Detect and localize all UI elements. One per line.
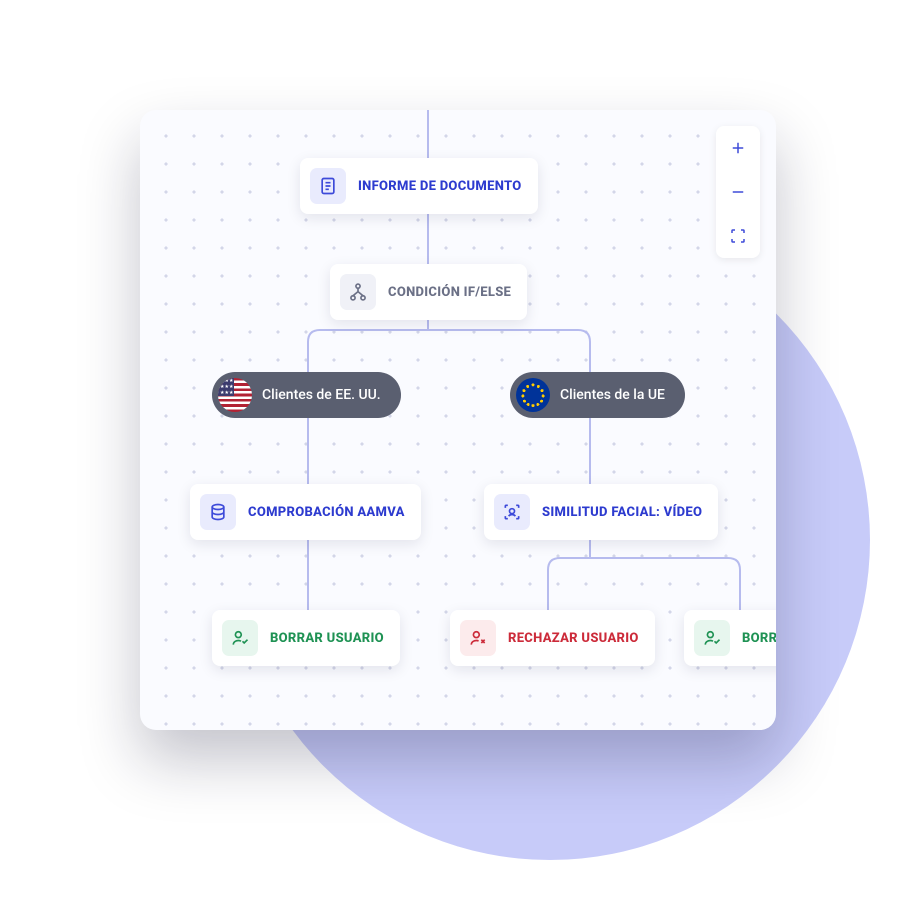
pill-label: Clientes de EE. UU. <box>262 387 381 403</box>
node-label: RECHAZAR USUARIO <box>508 631 639 646</box>
user-check-icon <box>222 620 258 656</box>
node-label: CONDICIÓN IF/ELSE <box>388 285 511 300</box>
node-label: BORRAR USUARIO <box>270 631 384 646</box>
branch-icon <box>340 274 376 310</box>
zoom-in-button[interactable] <box>716 126 760 170</box>
node-reject-user[interactable]: RECHAZAR USUARIO <box>450 610 655 666</box>
workflow-canvas[interactable]: INFORME DE DOCUMENTO CONDICIÓN IF/ELSE C… <box>140 110 776 730</box>
user-reject-icon <box>460 620 496 656</box>
node-clear-user-right[interactable]: BORRAR USUARIO <box>684 610 776 666</box>
node-label: COMPROBACIÓN AAMVA <box>248 505 405 520</box>
minus-icon <box>729 183 747 201</box>
node-label: INFORME DE DOCUMENTO <box>358 179 522 194</box>
face-scan-icon <box>494 494 530 530</box>
zoom-controls <box>716 126 760 258</box>
document-icon <box>310 168 346 204</box>
node-label: SIMILITUD FACIAL: VÍDEO <box>542 505 702 520</box>
database-icon <box>200 494 236 530</box>
pill-us-clients[interactable]: Clientes de EE. UU. <box>212 372 401 418</box>
node-document-report[interactable]: INFORME DE DOCUMENTO <box>300 158 538 214</box>
fullscreen-icon <box>729 227 747 245</box>
node-label: BORRAR USUARIO <box>742 631 776 646</box>
plus-icon <box>729 139 747 157</box>
pill-label: Clientes de la UE <box>560 387 665 403</box>
zoom-out-button[interactable] <box>716 170 760 214</box>
node-aamva-check[interactable]: COMPROBACIÓN AAMVA <box>190 484 421 540</box>
us-flag-icon <box>218 378 252 412</box>
user-check-icon <box>694 620 730 656</box>
node-facial-similarity[interactable]: SIMILITUD FACIAL: VÍDEO <box>484 484 718 540</box>
fullscreen-button[interactable] <box>716 214 760 258</box>
eu-flag-icon <box>516 378 550 412</box>
pill-eu-clients[interactable]: Clientes de la UE <box>510 372 685 418</box>
node-condition[interactable]: CONDICIÓN IF/ELSE <box>330 264 527 320</box>
node-clear-user-left[interactable]: BORRAR USUARIO <box>212 610 400 666</box>
